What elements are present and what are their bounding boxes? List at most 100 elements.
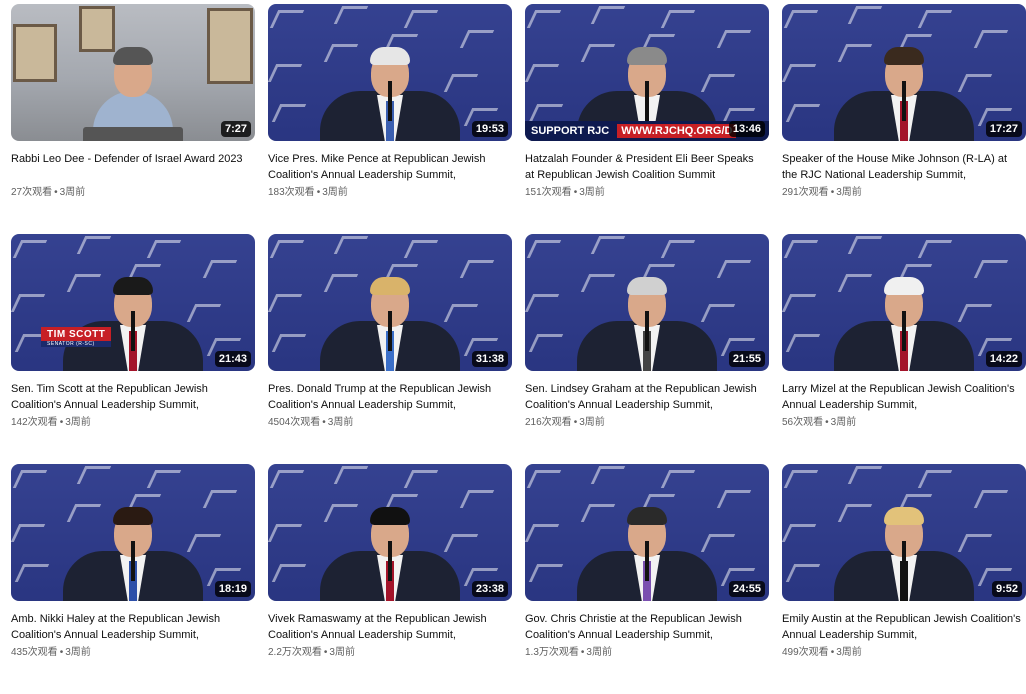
video-title[interactable]: Rabbi Leo Dee - Defender of Israel Award… (11, 151, 251, 183)
upload-age: 3周前 (586, 647, 612, 658)
duration-badge: 7:27 (220, 121, 251, 137)
upload-age: 3周前 (836, 647, 862, 658)
eagle-mark-icon (459, 490, 495, 508)
video-stats: 27次观看 • 3周前 (11, 186, 251, 200)
microphone-icon (645, 311, 649, 351)
view-count: 142次观看 (11, 417, 58, 428)
eagle-mark-icon (847, 466, 883, 484)
video-thumbnail[interactable]: SUPPORT RJC WWW.RJCHQ.ORG/D 13:46 (525, 4, 769, 141)
video-meta: Amb. Nikki Haley at the Republican Jewis… (11, 601, 251, 660)
duration-badge: 17:27 (985, 121, 1022, 137)
video-meta: Gov. Chris Christie at the Republican Je… (525, 601, 765, 660)
video-card[interactable]: SUPPORT RJC WWW.RJCHQ.ORG/D 13:46 Hatzalah … (525, 4, 769, 234)
view-count: 1.3万次观看 (525, 647, 579, 658)
video-card[interactable]: 14:22 Larry Mizel at the Republican Jewis… (782, 234, 1026, 464)
eagle-mark-icon (528, 104, 564, 122)
video-thumbnail[interactable]: 23:38 (268, 464, 512, 601)
video-title[interactable]: Gov. Chris Christie at the Republican Je… (525, 611, 765, 643)
duration-badge: 14:22 (985, 351, 1022, 367)
video-title[interactable]: Pres. Donald Trump at the Republican Jew… (268, 381, 508, 413)
video-meta: Vivek Ramaswamy at the Republican Jewish… (268, 601, 508, 660)
separator-dot: • (59, 417, 64, 428)
eagle-mark-icon (269, 10, 305, 28)
video-card[interactable]: 19:53 Vice Pres. Mike Pence at Republican… (268, 4, 512, 234)
video-thumbnail[interactable]: 19:53 (268, 4, 512, 141)
duration-badge: 31:38 (471, 351, 508, 367)
upload-age: 3周前 (329, 647, 355, 658)
video-stats: 216次观看 • 3周前 (525, 416, 765, 430)
video-title[interactable]: Larry Mizel at the Republican Jewish Coa… (782, 381, 1022, 413)
separator-dot: • (830, 187, 835, 198)
duration-badge: 24:55 (728, 581, 765, 597)
video-meta: Rabbi Leo Dee - Defender of Israel Award… (11, 141, 251, 200)
rjc-logo-watermark (526, 470, 577, 500)
video-title[interactable]: Vivek Ramaswamy at the Republican Jewish… (268, 611, 508, 643)
video-card[interactable]: 7:27 Rabbi Leo Dee - Defender of Israel A… (11, 4, 255, 234)
video-title[interactable]: Amb. Nikki Haley at the Republican Jewis… (11, 611, 251, 643)
eagle-mark-icon (268, 294, 303, 312)
eagle-mark-icon (459, 30, 495, 48)
video-meta: Vice Pres. Mike Pence at Republican Jewi… (268, 141, 508, 200)
video-card[interactable]: 18:19 Amb. Nikki Haley at the Republican … (11, 464, 255, 694)
eagle-mark-icon (716, 490, 752, 508)
speaker-hair (370, 47, 410, 65)
eagle-mark-icon (590, 6, 626, 24)
video-title[interactable]: Speaker of the House Mike Johnson (R-LA)… (782, 151, 1022, 183)
duration-badge: 13:46 (728, 121, 765, 137)
eagle-mark-icon (526, 470, 562, 488)
video-card[interactable]: 9:52 Emily Austin at the Republican Jewis… (782, 464, 1026, 694)
eagle-mark-icon (785, 564, 821, 582)
video-card[interactable]: TIM SCOTT SENATOR (R-SC) 21:43 Sen. Tim Sco… (11, 234, 255, 464)
video-thumbnail[interactable]: TIM SCOTT SENATOR (R-SC) 21:43 (11, 234, 255, 371)
eagle-mark-icon (973, 260, 1009, 278)
eagle-mark-icon (590, 236, 626, 254)
eagle-mark-icon (526, 240, 562, 258)
separator-dot: • (573, 417, 578, 428)
video-meta: Larry Mizel at the Republican Jewish Coa… (782, 371, 1022, 430)
speaker-hair (113, 507, 153, 525)
eagle-mark-icon (782, 524, 817, 542)
rjc-logo-watermark (459, 260, 510, 290)
rjc-logo-watermark (333, 466, 384, 496)
video-title[interactable]: Hatzalah Founder & President Eli Beer Sp… (525, 151, 765, 183)
video-card[interactable]: 17:27 Speaker of the House Mike Johnson (… (782, 4, 1026, 234)
rjc-logo-watermark (973, 30, 1024, 60)
video-card[interactable]: 23:38 Vivek Ramaswamy at the Republican J… (268, 464, 512, 694)
video-card[interactable]: 21:55 Sen. Lindsey Graham at the Republic… (525, 234, 769, 464)
video-title[interactable]: Sen. Lindsey Graham at the Republican Je… (525, 381, 765, 413)
video-stats: 4504次观看 • 3周前 (268, 416, 508, 430)
video-title[interactable]: Vice Pres. Mike Pence at Republican Jewi… (268, 151, 508, 183)
video-title[interactable]: Sen. Tim Scott at the Republican Jewish … (11, 381, 251, 413)
video-thumbnail[interactable]: 9:52 (782, 464, 1026, 601)
eagle-mark-icon (146, 240, 182, 258)
eagle-mark-icon (917, 470, 953, 488)
microphone-icon (645, 541, 649, 581)
video-thumbnail[interactable]: 21:55 (525, 234, 769, 371)
rjc-logo-watermark (528, 334, 579, 364)
rjc-logo-watermark (847, 236, 898, 266)
duration-badge: 23:38 (471, 581, 508, 597)
video-thumbnail[interactable]: 14:22 (782, 234, 1026, 371)
video-thumbnail[interactable]: 31:38 (268, 234, 512, 371)
video-card[interactable]: 24:55 Gov. Chris Christie at the Republic… (525, 464, 769, 694)
video-meta: Emily Austin at the Republican Jewish Co… (782, 601, 1022, 660)
video-thumbnail[interactable]: 24:55 (525, 464, 769, 601)
rjc-logo-watermark (11, 524, 61, 554)
rjc-logo-watermark (459, 490, 510, 520)
duration-badge: 21:55 (728, 351, 765, 367)
video-stats: 2.2万次观看 • 3周前 (268, 646, 508, 660)
duration-badge: 19:53 (471, 121, 508, 137)
eagle-mark-icon (782, 64, 817, 82)
duration-badge: 9:52 (991, 581, 1022, 597)
eagle-mark-icon (271, 564, 307, 582)
rjc-logo-watermark (782, 64, 832, 94)
separator-dot: • (830, 647, 835, 658)
video-thumbnail[interactable]: 7:27 (11, 4, 255, 141)
banner-support-text: SUPPORT RJC (531, 125, 610, 137)
video-thumbnail[interactable]: 18:19 (11, 464, 255, 601)
video-thumbnail[interactable]: 17:27 (782, 4, 1026, 141)
rjc-logo-watermark (973, 490, 1024, 520)
video-card[interactable]: 31:38 Pres. Donald Trump at the Republica… (268, 234, 512, 464)
video-stats: 1.3万次观看 • 3周前 (525, 646, 765, 660)
video-title[interactable]: Emily Austin at the Republican Jewish Co… (782, 611, 1022, 643)
